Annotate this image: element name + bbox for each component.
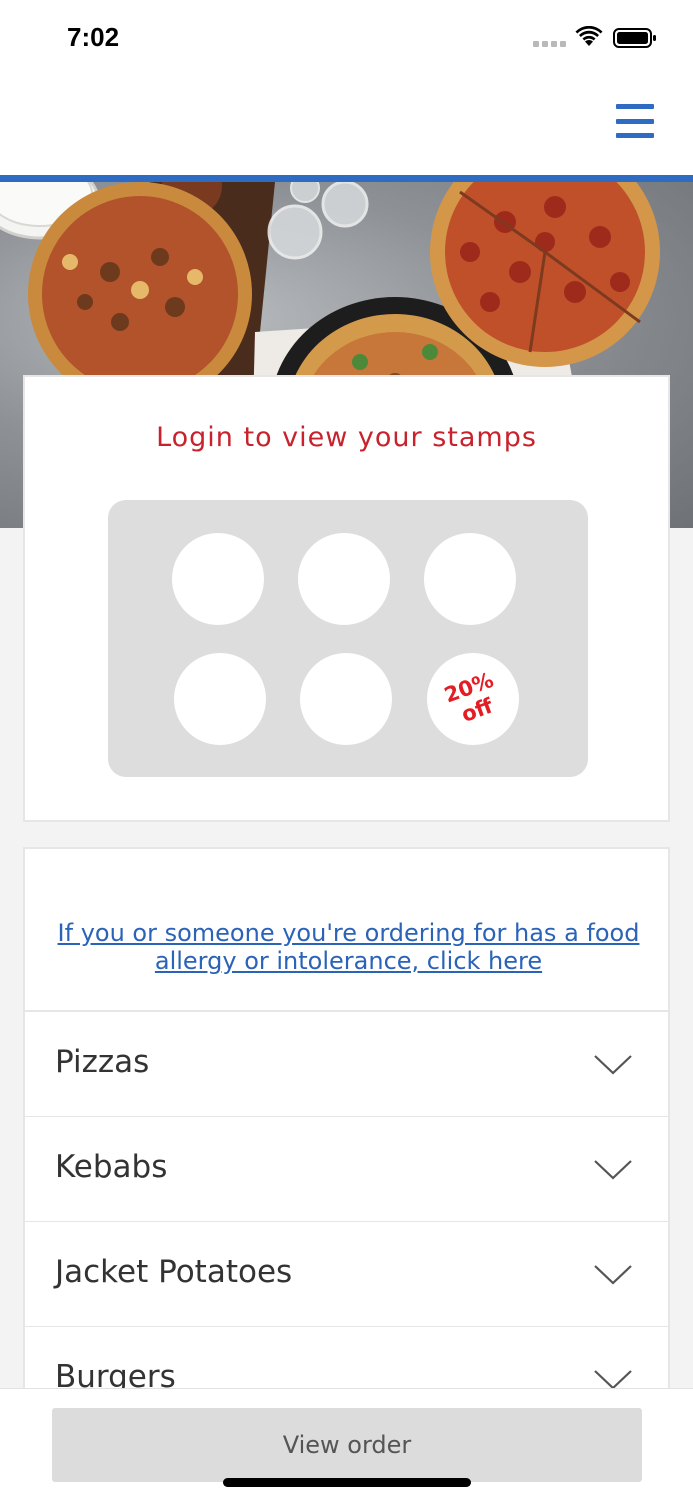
stamp-card: Login to view your stamps 20% off bbox=[23, 375, 670, 822]
reward-stamp: 20% off bbox=[427, 653, 519, 745]
wifi-icon bbox=[575, 26, 603, 46]
reward-stamp-label: 20% off bbox=[441, 667, 497, 727]
chevron-down-icon bbox=[594, 1265, 632, 1285]
stamp-slot bbox=[300, 653, 392, 745]
header-divider bbox=[0, 175, 693, 182]
allergy-notice: If you or someone you're ordering for ha… bbox=[23, 847, 670, 1012]
category-label: Pizzas bbox=[55, 1044, 150, 1080]
category-jacket-potatoes[interactable]: Jacket Potatoes bbox=[23, 1222, 670, 1328]
view-order-button[interactable]: View order bbox=[52, 1408, 642, 1482]
category-pizzas[interactable]: Pizzas bbox=[23, 1012, 670, 1118]
stamp-slot bbox=[424, 533, 516, 625]
category-kebabs[interactable]: Kebabs bbox=[23, 1117, 670, 1223]
app-header bbox=[0, 78, 693, 175]
stamp-slot bbox=[174, 653, 266, 745]
category-label: Jacket Potatoes bbox=[55, 1254, 293, 1290]
chevron-down-icon bbox=[594, 1160, 632, 1180]
hamburger-menu-icon[interactable] bbox=[612, 100, 658, 142]
stamp-card-title[interactable]: Login to view your stamps bbox=[25, 422, 668, 453]
cellular-signal-icon bbox=[533, 41, 567, 47]
stamp-slot bbox=[172, 533, 264, 625]
allergy-info-link[interactable]: If you or someone you're ordering for ha… bbox=[55, 919, 642, 975]
status-bar: 7:02 bbox=[0, 0, 693, 78]
category-label: Kebabs bbox=[55, 1149, 168, 1185]
stamp-slot bbox=[298, 533, 390, 625]
battery-icon bbox=[613, 28, 656, 48]
stamp-board: 20% off bbox=[108, 500, 588, 777]
home-indicator[interactable] bbox=[223, 1478, 471, 1487]
status-time: 7:02 bbox=[67, 22, 120, 52]
chevron-down-icon bbox=[594, 1055, 632, 1075]
